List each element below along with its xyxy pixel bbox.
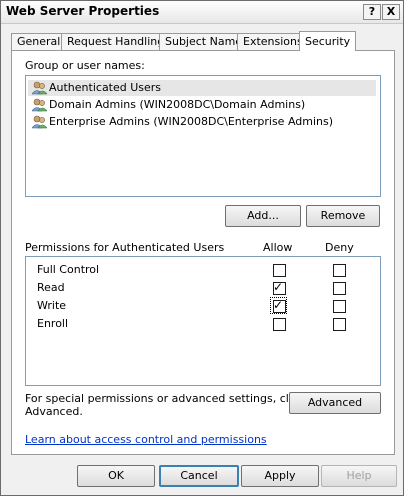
- help-title-button[interactable]: ?: [363, 4, 381, 20]
- close-title-button[interactable]: X: [382, 4, 400, 20]
- ok-button[interactable]: OK: [77, 465, 155, 487]
- learn-more-link[interactable]: Learn about access control and permissio…: [25, 433, 267, 446]
- checkmark-icon: ✓: [273, 298, 284, 312]
- apply-button[interactable]: Apply: [241, 465, 319, 487]
- users-icon: [32, 115, 47, 129]
- permission-name: Enroll: [37, 317, 69, 330]
- remove-button[interactable]: Remove: [306, 205, 380, 227]
- help-button: Help: [321, 465, 397, 487]
- cancel-button[interactable]: Cancel: [159, 465, 239, 487]
- deny-write-checkbox[interactable]: [333, 300, 346, 313]
- add-button[interactable]: Add...: [225, 205, 301, 227]
- users-icon: [32, 98, 47, 112]
- allow-enroll-checkbox[interactable]: [273, 318, 286, 331]
- allow-header: Allow: [263, 241, 293, 254]
- deny-read-checkbox[interactable]: [333, 282, 346, 295]
- group-list[interactable]: Authenticated Users Domain Admins (WIN20…: [25, 75, 381, 197]
- special-permissions-text: For special permissions or advanced sett…: [25, 392, 305, 405]
- deny-enroll-checkbox[interactable]: [333, 318, 346, 331]
- permission-name: Full Control: [37, 263, 100, 276]
- properties-dialog: Web Server Properties ? X General Reques…: [0, 0, 404, 496]
- group-name: Authenticated Users: [49, 81, 162, 94]
- tab-security[interactable]: Security: [299, 31, 357, 51]
- permission-name: Read: [37, 281, 65, 294]
- advanced-button[interactable]: Advanced: [289, 392, 381, 414]
- list-item-authenticated-users[interactable]: Authenticated Users: [28, 80, 376, 96]
- list-item-enterprise-admins[interactable]: Enterprise Admins (WIN2008DC\Enterprise …: [28, 114, 376, 130]
- allow-full-control-checkbox[interactable]: [273, 264, 286, 277]
- tab-subject-name[interactable]: Subject Name: [159, 33, 249, 50]
- tab-request-handling[interactable]: Request Handling: [61, 33, 171, 50]
- allow-read-checkbox[interactable]: ✓: [273, 280, 286, 295]
- list-item-domain-admins[interactable]: Domain Admins (WIN2008DC\Domain Admins): [28, 97, 376, 113]
- users-icon: [32, 81, 47, 95]
- special-permissions-text-2: Advanced.: [25, 405, 83, 418]
- group-label: Group or user names:: [25, 59, 145, 72]
- permissions-list: Full Control Read ✓ Write ✓ Enroll: [25, 256, 381, 386]
- group-name: Domain Admins (WIN2008DC\Domain Admins): [49, 98, 306, 111]
- window-title: Web Server Properties: [6, 4, 160, 18]
- group-name: Enterprise Admins (WIN2008DC\Enterprise …: [49, 115, 334, 128]
- tab-extensions[interactable]: Extensions: [237, 33, 309, 50]
- deny-full-control-checkbox[interactable]: [333, 264, 346, 277]
- permission-name: Write: [37, 299, 67, 312]
- allow-write-checkbox[interactable]: ✓: [273, 298, 286, 313]
- title-bar[interactable]: Web Server Properties ? X: [1, 1, 403, 24]
- deny-header: Deny: [325, 241, 354, 254]
- checkmark-icon: ✓: [273, 280, 284, 294]
- tab-general[interactable]: General: [11, 33, 67, 50]
- permissions-label: Permissions for Authenticated Users: [25, 241, 225, 254]
